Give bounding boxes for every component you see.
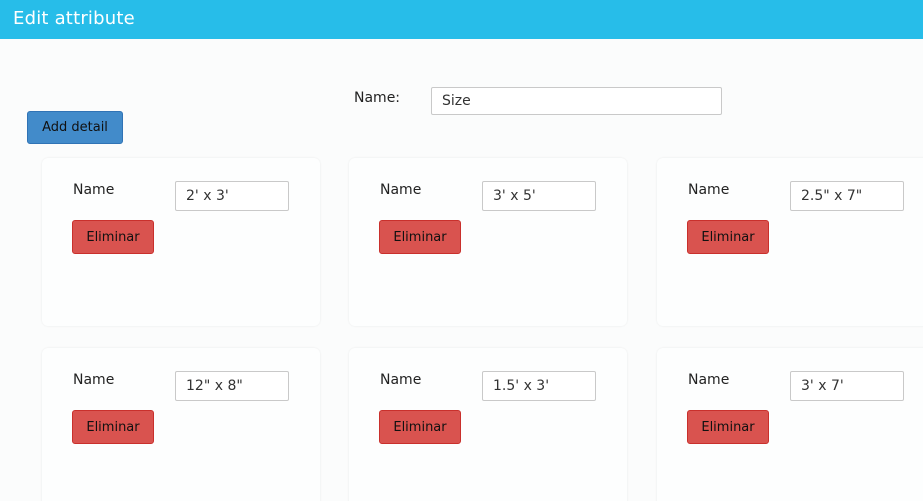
page-title: Edit attribute [13,8,135,29]
detail-card: Name Eliminar [349,158,627,326]
detail-name-input[interactable] [482,181,596,211]
detail-name-input[interactable] [482,371,596,401]
delete-detail-button[interactable]: Eliminar [72,410,154,444]
detail-name-label: Name [688,182,730,198]
header-bar: Edit attribute [0,0,923,39]
detail-name-label: Name [73,372,115,388]
detail-name-input[interactable] [790,371,904,401]
detail-card: Name Eliminar [42,348,320,501]
detail-name-input[interactable] [175,181,289,211]
detail-card: Name Eliminar [657,348,923,501]
edit-attribute-page: Edit attribute Name: Add detail Name Eli… [0,0,923,501]
add-detail-button[interactable]: Add detail [27,111,123,144]
delete-detail-button[interactable]: Eliminar [72,220,154,254]
detail-card: Name Eliminar [42,158,320,326]
detail-name-label: Name [688,372,730,388]
detail-card: Name Eliminar [349,348,627,501]
detail-name-input[interactable] [175,371,289,401]
delete-detail-button[interactable]: Eliminar [687,410,769,444]
attribute-name-input[interactable] [431,87,722,115]
detail-card: Name Eliminar [657,158,923,326]
detail-name-input[interactable] [790,181,904,211]
detail-name-label: Name [73,182,115,198]
detail-name-label: Name [380,182,422,198]
delete-detail-button[interactable]: Eliminar [379,220,461,254]
detail-name-label: Name [380,372,422,388]
delete-detail-button[interactable]: Eliminar [687,220,769,254]
attribute-name-label: Name: [354,90,401,106]
delete-detail-button[interactable]: Eliminar [379,410,461,444]
